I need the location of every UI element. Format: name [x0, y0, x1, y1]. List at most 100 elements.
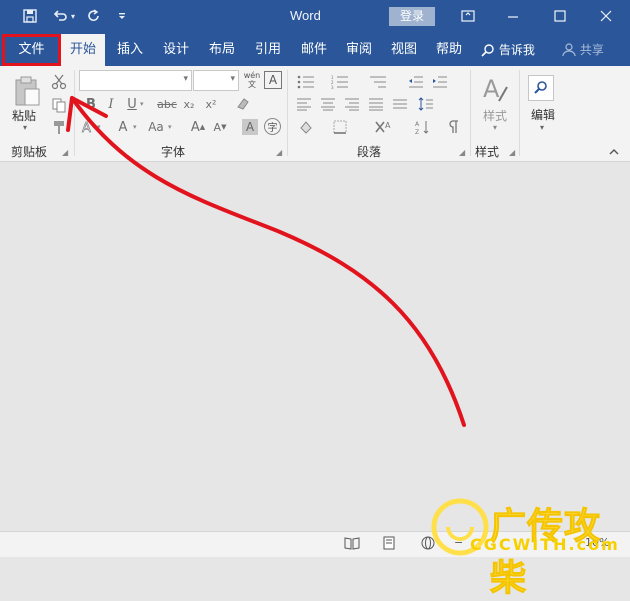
styles-gallery-label: 样式 — [483, 109, 508, 123]
font-launcher-icon[interactable]: ◢ — [276, 148, 282, 157]
undo-dropdown-icon[interactable]: ▾ — [68, 6, 78, 26]
ribbon-tab-bar: 文件 开始 插入 设计 布局 引用 邮件 审阅 视图 帮助 告诉我 共享 — [0, 34, 630, 66]
tab-review[interactable]: 审阅 — [339, 34, 379, 66]
align-left-icon[interactable] — [294, 96, 314, 112]
char-shading-button[interactable]: A — [242, 119, 258, 135]
paste-button[interactable]: 粘贴 — [12, 107, 36, 124]
styles-gallery-icon[interactable]: A — [480, 73, 510, 107]
paste-dropdown-icon[interactable]: ▾ — [23, 123, 27, 132]
document-area[interactable] — [0, 162, 630, 531]
tab-references[interactable]: 引用 — [247, 34, 289, 66]
svg-text:A: A — [385, 121, 391, 130]
align-right-icon[interactable] — [342, 96, 362, 112]
tab-insert[interactable]: 插入 — [110, 34, 150, 66]
tab-home[interactable]: 开始 — [61, 34, 105, 66]
distributed-icon[interactable] — [390, 96, 410, 112]
strikethrough-button[interactable]: abc — [156, 95, 178, 113]
tell-me-box[interactable]: 告诉我 — [481, 34, 535, 66]
tab-help[interactable]: 帮助 — [429, 34, 469, 66]
editing-dropdown-icon[interactable]: ▾ — [540, 123, 544, 132]
phonetic-guide-icon[interactable]: wén 文 — [242, 70, 262, 90]
redo-icon[interactable] — [84, 6, 104, 26]
close-icon[interactable] — [592, 6, 620, 26]
chevron-down-icon: ▾ — [230, 74, 235, 84]
read-mode-icon[interactable] — [344, 536, 360, 553]
line-spacing-icon[interactable] — [416, 96, 436, 112]
char-border-icon[interactable]: A — [264, 71, 282, 89]
underline-dropdown-icon[interactable]: ▾ — [140, 100, 144, 108]
group-divider — [287, 70, 288, 156]
styles-launcher-icon[interactable]: ◢ — [509, 148, 515, 157]
tab-view[interactable]: 视图 — [384, 34, 424, 66]
multilevel-list-icon[interactable] — [368, 74, 388, 90]
editing-button[interactable]: 编辑 — [531, 106, 555, 123]
save-icon[interactable] — [20, 6, 40, 26]
align-center-icon[interactable] — [318, 96, 338, 112]
ribbon-display-icon[interactable] — [454, 6, 482, 26]
borders-icon[interactable] — [330, 118, 350, 136]
customize-qat-icon[interactable] — [112, 6, 132, 26]
format-painter-icon[interactable] — [50, 118, 68, 136]
login-button[interactable]: 登录 — [389, 7, 435, 26]
grow-font-label: A — [190, 119, 200, 135]
print-layout-icon[interactable] — [381, 536, 397, 553]
bullets-icon[interactable] — [296, 74, 316, 90]
font-group-label: 字体 — [161, 145, 186, 159]
collapse-ribbon-icon[interactable] — [607, 146, 621, 158]
watermark: 广传攻柴 CGCWITH.com — [430, 497, 630, 600]
clipboard-icon[interactable] — [12, 74, 42, 108]
bold-button[interactable]: B — [83, 95, 99, 113]
font-color-dropdown-icon[interactable]: ▾ — [133, 123, 137, 131]
increase-indent-icon[interactable] — [431, 74, 449, 90]
clipboard-launcher-icon[interactable]: ◢ — [62, 148, 68, 157]
chevron-down-icon: ▾ — [183, 74, 188, 84]
styles-dropdown-icon[interactable]: ▾ — [493, 123, 497, 132]
tab-layout[interactable]: 布局 — [202, 34, 242, 66]
svg-text:A: A — [82, 121, 91, 135]
styles-group-label: 样式 — [475, 145, 500, 159]
shrink-font-button[interactable]: A ▼ — [212, 118, 228, 136]
font-color-button[interactable]: A — [115, 118, 131, 136]
tab-file[interactable]: 文件 — [2, 34, 61, 66]
grow-font-button[interactable]: A ▲ — [190, 118, 206, 136]
enclose-char-button[interactable]: 字 — [264, 118, 281, 135]
superscript-button[interactable]: x² — [203, 95, 219, 113]
tell-me-label: 告诉我 — [498, 43, 535, 57]
change-case-dropdown-icon[interactable]: ▾ — [168, 123, 172, 131]
numbering-icon[interactable]: 123 — [330, 74, 350, 90]
show-marks-icon[interactable] — [444, 118, 462, 136]
italic-button[interactable]: I — [104, 95, 118, 113]
font-name-combo[interactable]: ▾ — [79, 70, 192, 91]
title-bar: ▾ Word 登录 — [0, 0, 630, 34]
subscript-button[interactable]: x₂ — [181, 95, 197, 113]
share-button[interactable]: 共享 — [562, 34, 604, 66]
paragraph-group-label: 段落 — [357, 145, 382, 159]
undo-icon[interactable] — [50, 6, 70, 26]
paragraph-launcher-icon[interactable]: ◢ — [459, 148, 465, 157]
minimize-icon[interactable] — [499, 6, 527, 26]
change-case-button[interactable]: Aa — [146, 118, 166, 136]
person-icon — [562, 43, 576, 57]
share-label: 共享 — [579, 43, 604, 57]
clear-formatting-icon[interactable] — [234, 95, 252, 113]
svg-text:A: A — [483, 75, 500, 103]
svg-text:A: A — [415, 121, 420, 128]
find-icon[interactable] — [528, 75, 554, 101]
cut-icon[interactable] — [50, 73, 68, 91]
decrease-indent-icon[interactable] — [407, 74, 425, 90]
copy-icon[interactable] — [50, 96, 68, 114]
maximize-icon[interactable] — [546, 6, 574, 26]
sort-icon[interactable]: AZ — [414, 118, 432, 136]
watermark-url: CGCWITH.com — [470, 535, 620, 554]
font-size-combo[interactable]: ▾ — [193, 70, 239, 91]
tab-design[interactable]: 设计 — [155, 34, 197, 66]
app-title: Word — [290, 8, 321, 23]
svg-text:Z: Z — [415, 129, 419, 135]
justify-icon[interactable] — [366, 96, 386, 112]
underline-button[interactable]: U — [125, 95, 139, 113]
text-effects-dropdown-icon[interactable]: ▾ — [97, 123, 101, 131]
chinese-layout-icon[interactable]: A — [372, 118, 394, 136]
tab-mailings[interactable]: 邮件 — [294, 34, 334, 66]
shading-icon[interactable] — [296, 118, 316, 136]
text-effects-icon[interactable]: A — [80, 118, 96, 136]
